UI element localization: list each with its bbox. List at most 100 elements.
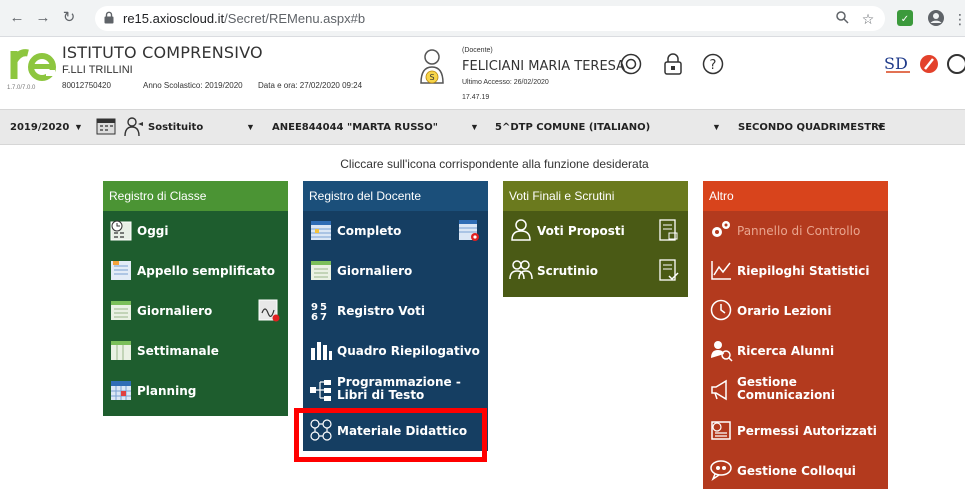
- year-select[interactable]: 2019/2020: [10, 122, 69, 133]
- panel-altro: Altro Pannello di Controllo Riepiloghi S…: [703, 181, 888, 489]
- svg-text:SD: SD: [884, 54, 908, 73]
- last-access-time: 17.47.19: [462, 94, 490, 101]
- menu-label-gestione-comunicazioni: Gestione Comunicazioni: [737, 376, 835, 402]
- menu-item-giornaliero-docente[interactable]: Giornaliero: [303, 251, 488, 291]
- account-icon[interactable]: [926, 9, 946, 29]
- help-icon[interactable]: ?: [702, 53, 724, 75]
- menu-label-gestione-line1: Gestione: [737, 375, 797, 389]
- zoom-icon[interactable]: [832, 9, 852, 29]
- chat-users-icon: [709, 458, 733, 482]
- menu-item-oggi[interactable]: Oggi: [103, 211, 288, 251]
- calendar-icon[interactable]: [96, 116, 116, 138]
- instruction-label: Cliccare sull'icona corrispondente alla …: [340, 157, 649, 171]
- class-caret-icon[interactable]: ▼: [712, 122, 721, 132]
- menu-item-gestione-comunicazioni[interactable]: Gestione Comunicazioni: [703, 371, 888, 411]
- highlight-box: [294, 408, 487, 462]
- menu-label-settimanale: Settimanale: [137, 344, 219, 358]
- menu-label-ricerca-alunni: Ricerca Alunni: [737, 344, 835, 358]
- weekly-sheet-icon: [109, 338, 133, 362]
- menu-item-giornaliero-classe[interactable]: Giornaliero: [103, 291, 288, 331]
- extension-icon[interactable]: ✓: [895, 9, 915, 29]
- panel-title-voti-finali: Voti Finali e Scrutini: [503, 181, 688, 211]
- menu-label-programmazione-libri: Programmazione - Libri di Testo: [337, 376, 461, 402]
- panel-voti-finali: Voti Finali e Scrutini Voti Proposti Scr…: [503, 181, 688, 297]
- menu-item-completo[interactable]: Completo: [303, 211, 488, 251]
- app-version: 1.7.0/7.0.0: [7, 85, 36, 91]
- menu-item-programmazione-libri[interactable]: Programmazione - Libri di Testo: [303, 371, 488, 411]
- menu-label-quadro-riepilogativo: Quadro Riepilogativo: [337, 344, 480, 358]
- document-check-icon[interactable]: [658, 258, 680, 282]
- url-path: /Secret/REMenu.aspx#b: [224, 11, 366, 26]
- menu-label-riepiloghi-statistici: Riepiloghi Statistici: [737, 264, 870, 278]
- substitute-label[interactable]: Sostituito: [148, 122, 203, 133]
- menu-label-gestione-colloqui: Gestione Colloqui: [737, 464, 856, 478]
- tree-structure-icon: [309, 378, 333, 402]
- class-select[interactable]: 5^DTP COMUNE (ITALIANO): [495, 122, 650, 133]
- menu-item-gestione-colloqui[interactable]: Gestione Colloqui: [703, 451, 888, 491]
- menu-item-riepiloghi-statistici[interactable]: Riepiloghi Statistici: [703, 251, 888, 291]
- menu-item-pannello-controllo[interactable]: Pannello di Controllo: [703, 211, 888, 251]
- menu-label-voti-proposti: Voti Proposti: [537, 224, 625, 238]
- menu-label-orario-lezioni: Orario Lezioni: [737, 304, 832, 318]
- substitute-user-icon[interactable]: [123, 116, 145, 138]
- address-bar[interactable]: re15.axioscloud.it/Secret/REMenu.aspx#b: [95, 6, 885, 31]
- menu-item-scrutinio[interactable]: Scrutinio: [503, 251, 688, 291]
- lock-password-icon[interactable]: [662, 53, 684, 75]
- browser-toolbar: ← → ↻ re15.axioscloud.it/Secret/REMenu.a…: [0, 0, 965, 37]
- svg-text:6: 6: [311, 312, 318, 322]
- period-select[interactable]: SECONDO QUADRIMESTRE: [738, 122, 886, 133]
- panel-body-altro: Pannello di Controllo Riepiloghi Statist…: [703, 211, 888, 489]
- star-icon[interactable]: ☆: [858, 9, 878, 29]
- daily-sheet-icon: [109, 298, 133, 322]
- panel-registro-classe: Registro di Classe Oggi Appello semplifi…: [103, 181, 288, 416]
- menu-label-pannello-controllo: Pannello di Controllo: [737, 224, 861, 238]
- last-access: Ultimo Accesso: 26/02/2020: [462, 79, 549, 86]
- panel-title-registro-classe: Registro di Classe: [103, 181, 288, 211]
- forward-icon[interactable]: →: [34, 9, 52, 27]
- year-caret-icon[interactable]: ▼: [74, 122, 83, 132]
- signature-icon[interactable]: [258, 298, 280, 322]
- back-icon[interactable]: ←: [8, 9, 26, 27]
- external-logo-icon[interactable]: [946, 53, 965, 75]
- app-header: 1.7.0/7.0.0 ISTITUTO COMPRENSIVO F.LLI T…: [0, 37, 965, 109]
- document-lock-icon[interactable]: [658, 218, 680, 242]
- sd-logo-icon[interactable]: SD: [884, 53, 914, 75]
- calendar-clock-icon: [709, 418, 733, 442]
- period-caret-icon[interactable]: ▼: [876, 122, 885, 132]
- menu-item-appello-semplificato[interactable]: Appello semplificato: [103, 251, 288, 291]
- menu-label-comunicazioni-line2: Comunicazioni: [737, 388, 835, 402]
- user-role: (Docente): [462, 47, 493, 54]
- menu-item-registro-voti[interactable]: 9567 Registro Voti: [303, 291, 488, 331]
- support-icon[interactable]: [620, 53, 642, 75]
- stats-chart-icon: [709, 258, 733, 282]
- menu-item-voti-proposti[interactable]: Voti Proposti: [503, 211, 688, 251]
- menu-icon[interactable]: ⋮: [950, 9, 965, 29]
- menu-item-settimanale[interactable]: Settimanale: [103, 331, 288, 371]
- menu-item-permessi-autorizzati[interactable]: Permessi Autorizzati: [703, 411, 888, 451]
- clock-icon: [709, 298, 733, 322]
- re-logo: [10, 43, 56, 83]
- menu-item-ricerca-alunni[interactable]: Ricerca Alunni: [703, 331, 888, 371]
- menu-item-planning[interactable]: Planning: [103, 371, 288, 411]
- user-icon[interactable]: S: [418, 47, 446, 87]
- panel-title-altro: Altro: [703, 181, 888, 211]
- user-badge: S: [429, 73, 434, 82]
- app-logo-icon[interactable]: [918, 53, 940, 75]
- reload-icon[interactable]: ↻: [60, 9, 78, 27]
- school-unit-select[interactable]: ANEE844044 "MARTA RUSSO": [272, 122, 438, 133]
- menu-label-programmazione-line1: Programmazione -: [337, 375, 461, 389]
- user-search-icon: [709, 338, 733, 362]
- full-register-icon: [309, 218, 333, 242]
- school-unit-caret-icon[interactable]: ▼: [470, 122, 479, 132]
- menu-label-scrutinio: Scrutinio: [537, 264, 598, 278]
- menu-item-orario-lezioni[interactable]: Orario Lezioni: [703, 291, 888, 331]
- substitute-caret-icon[interactable]: ▼: [246, 122, 255, 132]
- menu-item-quadro-riepilogativo[interactable]: Quadro Riepilogativo: [303, 331, 488, 371]
- grades-icon: 9567: [309, 298, 333, 323]
- register-alert-icon[interactable]: [458, 218, 480, 242]
- school-subname: F.LLI TRILLINI: [62, 64, 133, 76]
- planning-grid-icon: [109, 378, 133, 402]
- current-datetime: Data e ora: 27/02/2020 09:24: [258, 81, 363, 90]
- clock-calendar-icon: [109, 218, 133, 242]
- context-toolbar: 2019/2020 ▼ Sostituito ▼ ANEE844044 "MAR…: [0, 109, 965, 145]
